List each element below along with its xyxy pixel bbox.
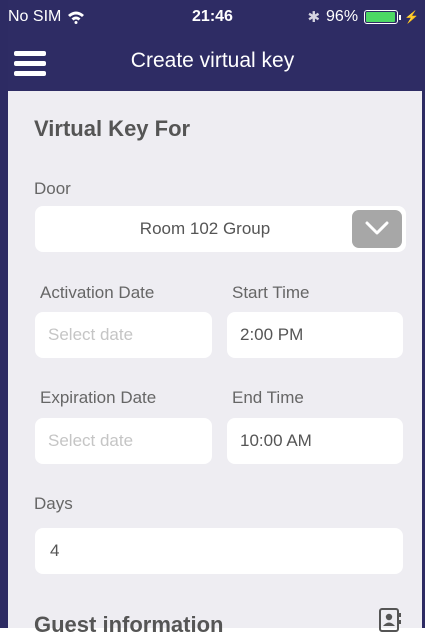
door-select[interactable]: Room 102 Group xyxy=(35,206,406,252)
contacts-book-icon[interactable] xyxy=(378,608,402,632)
battery-icon xyxy=(364,10,402,24)
section-title-guest-info: Guest information xyxy=(34,612,224,637)
activation-date-field[interactable]: Select date xyxy=(35,312,212,358)
days-label: Days xyxy=(34,494,73,513)
end-time-field[interactable]: 10:00 AM xyxy=(227,418,403,464)
bluetooth-icon: ✱ xyxy=(307,9,321,26)
start-time-field[interactable]: 2:00 PM xyxy=(227,312,403,358)
chevron-down-icon[interactable] xyxy=(352,210,402,248)
door-label: Door xyxy=(34,179,71,198)
charging-icon: ⚡ xyxy=(404,10,419,24)
end-time-label: End Time xyxy=(232,388,304,407)
left-frame-border xyxy=(0,0,8,628)
nav-bar: Create virtual key xyxy=(0,34,425,91)
battery-percent: 96% xyxy=(326,8,359,25)
days-field[interactable]: 4 xyxy=(35,528,403,574)
page-title: Create virtual key xyxy=(130,49,295,72)
activation-date-label: Activation Date xyxy=(40,283,155,302)
section-title-virtual-key: Virtual Key For xyxy=(34,116,191,141)
battery-group: ✱ 96% ⚡ xyxy=(307,8,419,26)
expiration-date-field[interactable]: Select date xyxy=(35,418,212,464)
form-content: Virtual Key For Door Room 102 Group Acti… xyxy=(8,91,422,637)
door-value: Room 102 Group xyxy=(139,219,271,238)
status-bar: No SIM 21:46 ✱ 96% ⚡ xyxy=(0,0,425,34)
start-time-label: Start Time xyxy=(232,283,310,302)
app-header: No SIM 21:46 ✱ 96% ⚡ Create virtual key xyxy=(0,0,425,91)
expiration-date-label: Expiration Date xyxy=(40,388,157,407)
